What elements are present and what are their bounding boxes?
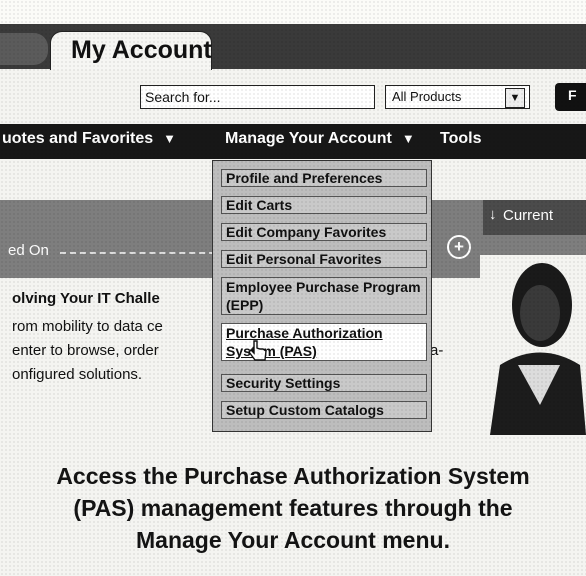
menu-item-edit-company-favorites[interactable]: Edit Company Favorites <box>221 223 427 241</box>
menu-item-employee-purchase-program[interactable]: Employee Purchase Program (EPP) <box>221 277 427 315</box>
arrow-down-icon: ↓ <box>489 206 497 223</box>
main-nav: uotes and Favorites ▼ Manage Your Account… <box>0 124 586 159</box>
manage-account-dropdown: Profile and Preferences Edit Carts Edit … <box>212 160 432 432</box>
top-strip <box>0 0 586 24</box>
menu-item-setup-custom-catalogs[interactable]: Setup Custom Catalogs <box>221 401 427 419</box>
nav-item-label: Manage Your Account <box>225 130 392 147</box>
plus-icon[interactable]: + <box>447 235 471 259</box>
search-go-button[interactable]: F <box>555 83 586 111</box>
search-go-label: F <box>568 87 577 103</box>
menu-item-security-settings[interactable]: Security Settings <box>221 374 427 392</box>
signed-on-divider <box>60 252 235 254</box>
person-photo <box>480 255 586 435</box>
my-account-tab[interactable]: My Account <box>50 31 212 72</box>
chevron-down-icon[interactable]: ▼ <box>505 88 525 108</box>
nav-manage-account[interactable]: Manage Your Account ▼ <box>225 130 415 148</box>
nav-item-label: Tools <box>440 130 482 147</box>
nav-tools[interactable]: Tools <box>440 130 481 148</box>
product-filter-value: All Products <box>392 89 462 104</box>
menu-item-edit-carts[interactable]: Edit Carts <box>221 196 427 214</box>
search-row: All Products ▼ F <box>0 70 586 122</box>
promo-heading: olving Your IT Challe <box>12 290 160 307</box>
caption-line: (PAS) management features through the <box>73 495 513 521</box>
product-filter-select[interactable]: All Products ▼ <box>385 85 530 109</box>
current-button[interactable]: ↓ Current <box>483 200 586 235</box>
menu-item-profile-preferences[interactable]: Profile and Preferences <box>221 169 427 187</box>
promo-text-line: enter to browse, order <box>12 342 159 359</box>
promo-text-line: rom mobility to data ce <box>12 318 163 335</box>
nav-item-label: uotes and Favorites <box>2 130 154 147</box>
instruction-caption: Access the Purchase Authorization System… <box>0 460 586 556</box>
nav-quotes-favorites[interactable]: uotes and Favorites ▼ <box>2 130 176 148</box>
caption-line: Access the Purchase Authorization System <box>56 463 530 489</box>
caret-down-icon: ▼ <box>163 131 177 146</box>
search-input[interactable] <box>140 85 375 109</box>
signed-on-label: ed On <box>8 242 49 259</box>
page-title: My Account <box>71 36 212 64</box>
current-button-label: Current <box>503 207 554 224</box>
caption-line: Manage Your Account menu. <box>136 527 450 553</box>
promo-text-line: onfigured solutions. <box>12 366 143 383</box>
promo-text-fragment: a- <box>430 342 444 359</box>
menu-item-edit-personal-favorites[interactable]: Edit Personal Favorites <box>221 250 427 268</box>
caret-down-icon: ▼ <box>401 131 415 146</box>
hand-cursor-icon <box>248 340 267 361</box>
brand-logo[interactable] <box>0 33 48 65</box>
